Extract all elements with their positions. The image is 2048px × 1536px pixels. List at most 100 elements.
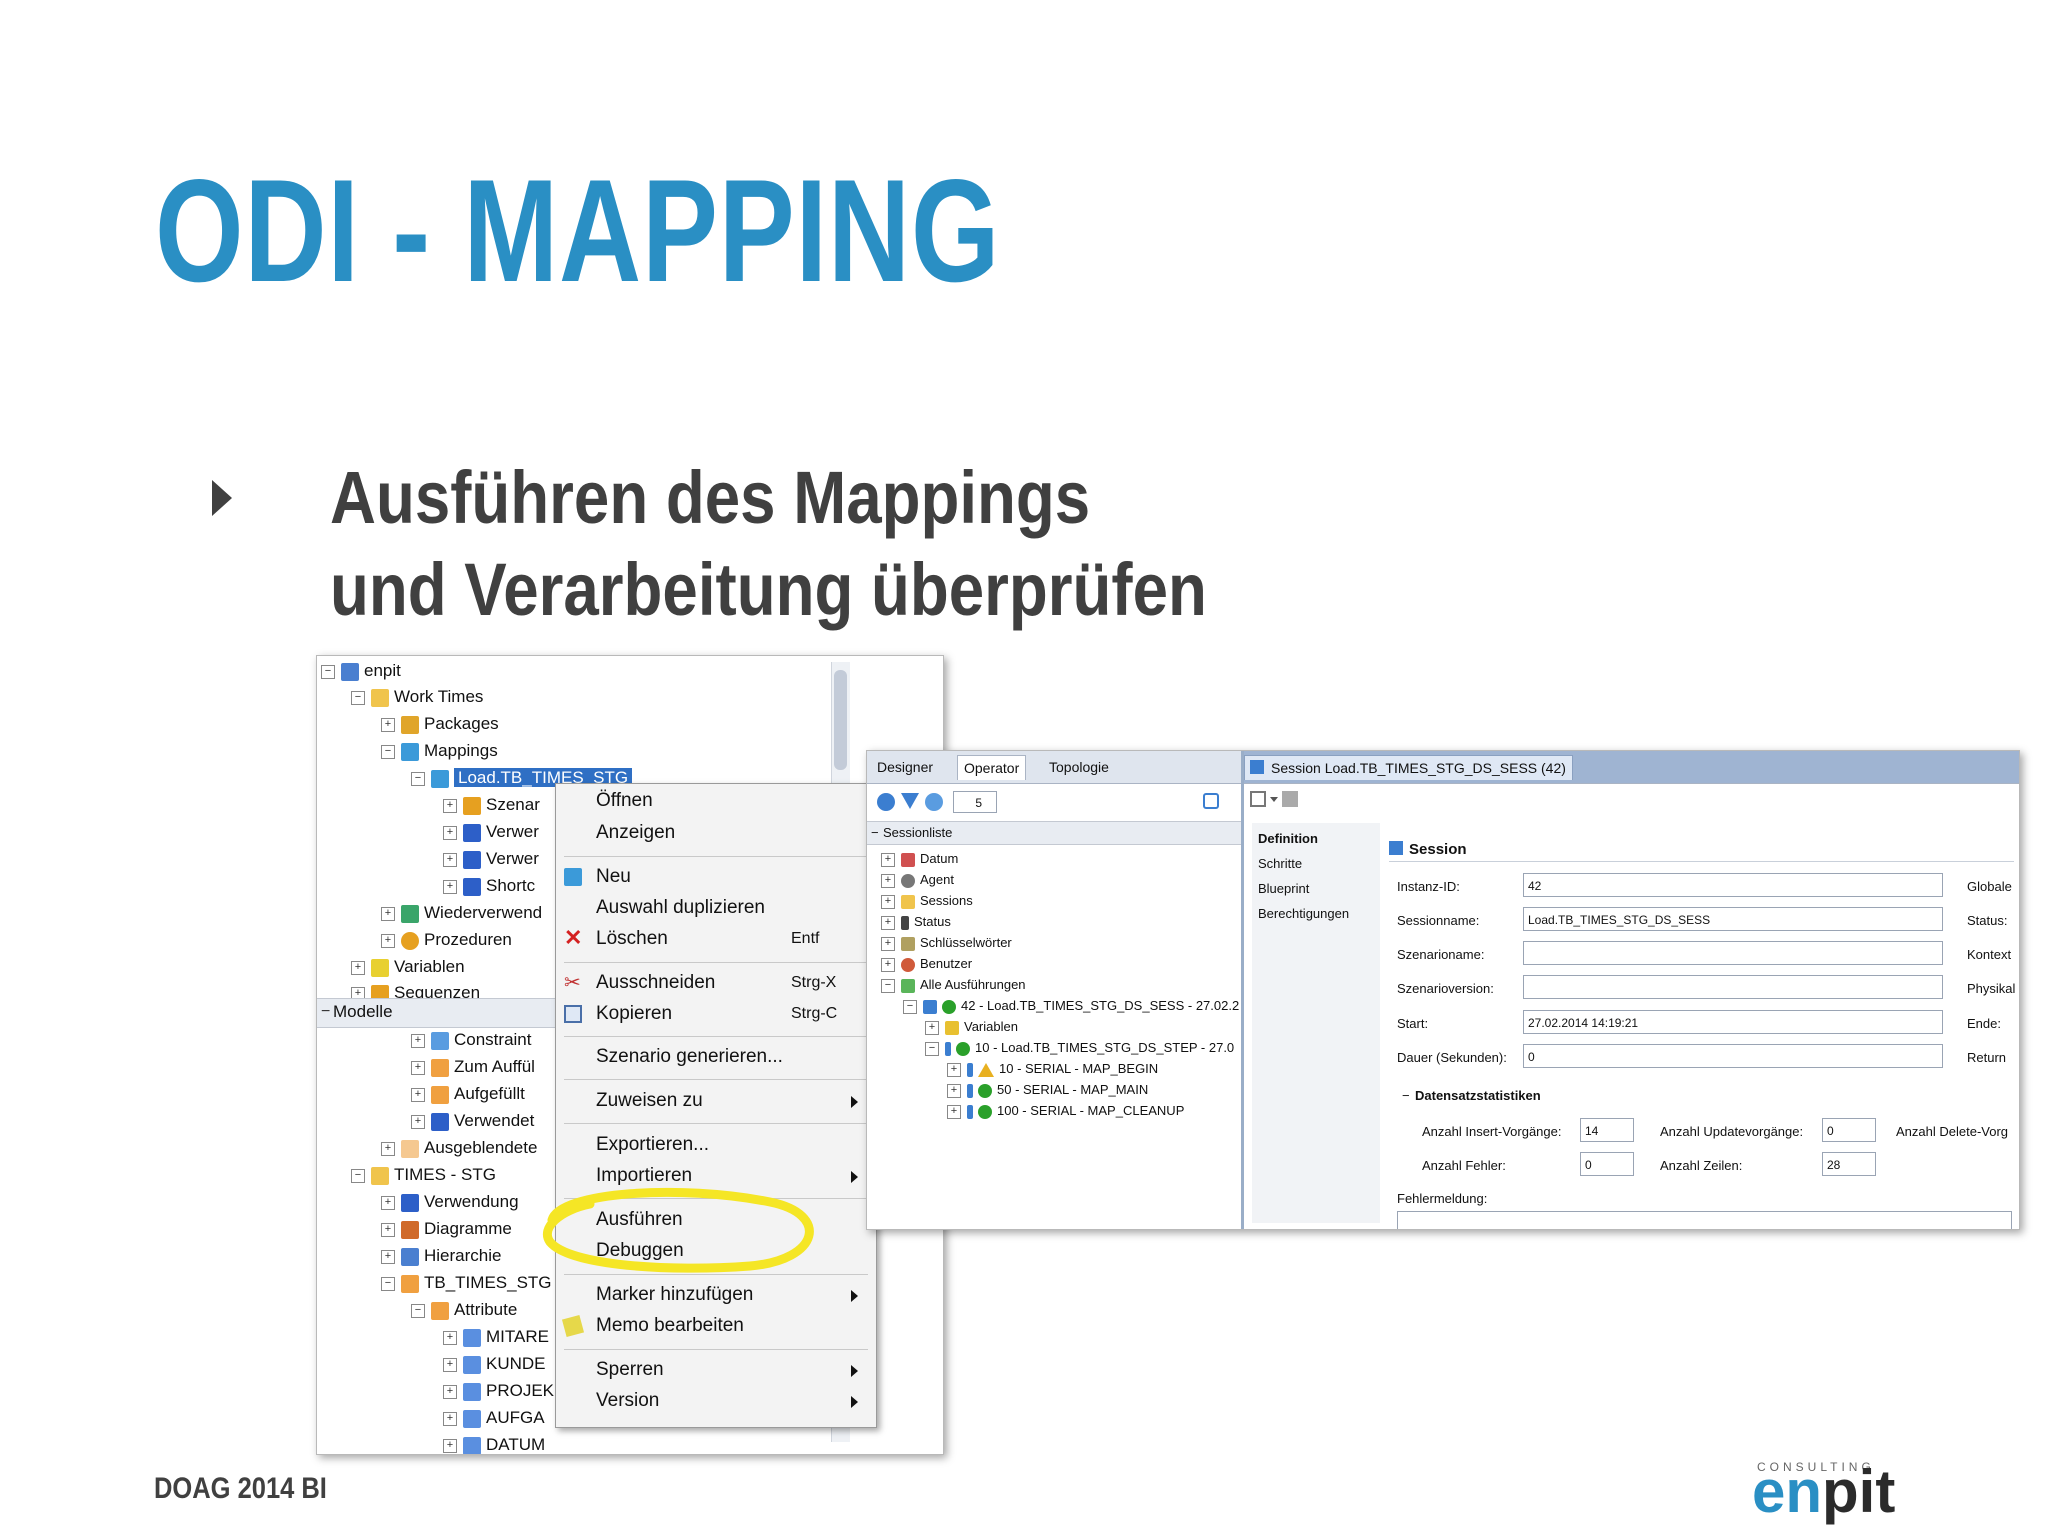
field-szenarioname[interactable] [1523,941,1943,965]
collapse-toggle-icon[interactable]: − [411,1303,425,1318]
expand-toggle-icon[interactable]: + [881,936,895,951]
spinner-input[interactable]: 5 [953,791,997,813]
tree-row-col-projekt[interactable]: + PROJEK [443,1378,554,1404]
field-insert[interactable]: 14 [1580,1118,1634,1142]
tree-row-aufgefuellt[interactable]: + Aufgefüllt [411,1081,525,1107]
menu-item-memo-bearbeiten[interactable]: Memo bearbeiten [556,1311,876,1341]
tab-schritte[interactable]: Schritte [1258,856,1302,871]
tab-designer[interactable]: Designer [871,755,939,779]
expand-toggle-icon[interactable]: + [881,852,895,867]
tree-row-verwendet-1[interactable]: + Verwer [443,819,539,845]
filter-icon[interactable] [901,793,919,809]
tree-row-sequenzen[interactable]: + Sequenzen [351,980,480,998]
expand-toggle-icon[interactable]: + [443,1411,457,1426]
tree-row-szenarien[interactable]: + Szenar [443,792,540,818]
expand-toggle-icon[interactable]: + [381,1141,395,1156]
menu-item-auswahl-duplizieren[interactable]: Auswahl duplizieren [556,893,876,923]
field-start[interactable]: 27.02.2014 14:19:21 [1523,1010,1943,1034]
scrollbar-thumb[interactable] [834,670,847,770]
tree-row-shortcuts[interactable]: + Shortc [443,873,535,899]
expand-toggle-icon[interactable]: + [443,1384,457,1399]
tree-row-prozeduren[interactable]: + Prozeduren [381,927,512,953]
tree-row-times-stg[interactable]: − TIMES - STG [351,1162,496,1188]
field-update[interactable]: 0 [1822,1118,1876,1142]
tree-row-attribute[interactable]: − Attribute [411,1297,517,1323]
session-list-header[interactable]: − Sessionliste [867,821,1241,845]
expand-toggle-icon[interactable]: + [947,1104,961,1119]
expand-toggle-icon[interactable]: + [351,986,365,998]
expand-toggle-icon[interactable]: + [881,894,895,909]
tree-row-diagramme[interactable]: + Diagramme [381,1216,512,1242]
node-task-map-cleanup[interactable]: +100 - SERIAL - MAP_CLEANUP [947,1103,1184,1119]
expand-toggle-icon[interactable]: + [881,957,895,972]
menu-item-marker-hinzufuegen[interactable]: Marker hinzufügen [556,1280,876,1310]
expand-toggle-icon[interactable]: + [443,1357,457,1372]
menu-item-kopieren[interactable]: Kopieren Strg-C [556,999,876,1029]
expand-toggle-icon[interactable]: + [443,852,457,867]
collapse-toggle-icon[interactable]: − [321,664,335,679]
collapse-toggle-icon[interactable]: − [351,690,365,705]
expand-toggle-icon[interactable]: + [381,933,395,948]
tree-row-zum-auffuellen[interactable]: + Zum Auffül [411,1054,535,1080]
node-status[interactable]: + Status [881,914,951,930]
expand-toggle-icon[interactable]: + [443,825,457,840]
node-agent[interactable]: + Agent [881,872,954,888]
menu-item-oeffnen[interactable]: Öffnen [556,786,876,816]
expand-toggle-icon[interactable]: + [443,1438,457,1453]
tree-row-verwendet-2[interactable]: + Verwer [443,846,539,872]
restart-icon[interactable] [1282,791,1298,807]
expand-toggle-icon[interactable]: + [381,906,395,921]
collapse-toggle-icon[interactable]: − [881,978,895,993]
node-session-42[interactable]: − 42 - Load.TB_TIMES_STG_DS_SESS - 27.02.… [903,998,1239,1014]
node-schluesselwoerter[interactable]: + Schlüsselwörter [881,935,1012,951]
node-step-10[interactable]: − 10 - Load.TB_TIMES_STG_DS_STEP - 27.0 [925,1040,1239,1056]
collapse-toggle-icon[interactable]: − [411,771,425,786]
menu-item-neu[interactable]: Neu [556,862,876,892]
field-szenarioversion[interactable] [1523,975,1943,999]
tree-row-verwendung[interactable]: + Verwendung [381,1189,519,1215]
node-task-map-main[interactable]: +50 - SERIAL - MAP_MAIN [947,1082,1148,1098]
expand-toggle-icon[interactable]: + [381,1249,395,1264]
expand-toggle-icon[interactable]: + [381,717,395,732]
stop-icon[interactable] [1250,791,1266,807]
menu-item-ausschneiden[interactable]: ✂ Ausschneiden Strg-X [556,968,876,998]
expand-toggle-icon[interactable]: + [381,1195,395,1210]
tree-row-work-times[interactable]: − Work Times [351,684,483,710]
field-fehler[interactable]: 0 [1580,1152,1634,1176]
tree-row-col-mitarbeiter[interactable]: + MITARE [443,1324,549,1350]
expand-toggle-icon[interactable]: + [925,1020,939,1035]
tree-row-verwendet[interactable]: + Verwendet [411,1108,534,1134]
tab-berechtigungen[interactable]: Berechtigungen [1258,906,1349,921]
tree-row-variablen[interactable]: + Variablen [351,954,465,980]
tree-row-constraints[interactable]: + Constraint [411,1027,531,1053]
collapse-toggle-icon[interactable]: − [925,1041,939,1056]
expand-toggle-icon[interactable]: + [881,873,895,888]
expand-toggle-icon[interactable]: + [881,915,895,930]
tree-row-packages[interactable]: + Packages [381,711,499,737]
search-icon[interactable] [1203,793,1219,809]
node-task-map-begin[interactable]: +10 - SERIAL - MAP_BEGIN [947,1061,1158,1077]
tree-row-enpit[interactable]: − enpit [321,658,401,684]
field-instanz-id[interactable]: 42 [1523,873,1943,897]
node-alle-ausfuehrungen[interactable]: − Alle Ausführungen [881,977,1026,993]
menu-item-sperren[interactable]: Sperren [556,1355,876,1385]
expand-toggle-icon[interactable]: + [411,1060,425,1075]
tree-row-col-aufgabe[interactable]: + AUFGA [443,1405,545,1431]
expand-toggle-icon[interactable]: + [351,960,365,975]
menu-item-version[interactable]: Version [556,1386,876,1416]
tree-row-hierarchie[interactable]: + Hierarchie [381,1243,501,1269]
expand-toggle-icon[interactable]: + [947,1062,961,1077]
collapse-section-icon[interactable]: − [1402,1088,1410,1103]
expand-toggle-icon[interactable]: + [381,1222,395,1237]
refresh-icon[interactable] [877,793,895,811]
tab-session[interactable]: Session Load.TB_TIMES_STG_DS_SESS (42) [1244,755,1573,780]
node-variablen[interactable]: + Variablen [925,1019,1018,1035]
menu-item-zuweisen-zu[interactable]: Zuweisen zu [556,1086,876,1116]
collapse-toggle-icon[interactable]: − [903,999,917,1014]
expand-toggle-icon[interactable]: + [947,1083,961,1098]
tree-row-ausgeblendete[interactable]: + Ausgeblendete [381,1135,537,1161]
collapse-toggle-icon[interactable]: − [381,1276,395,1291]
field-fehlermeldung[interactable] [1397,1211,2012,1229]
dropdown-arrow-icon[interactable] [1270,797,1278,802]
collapse-section-icon[interactable]: − [321,1003,330,1021]
